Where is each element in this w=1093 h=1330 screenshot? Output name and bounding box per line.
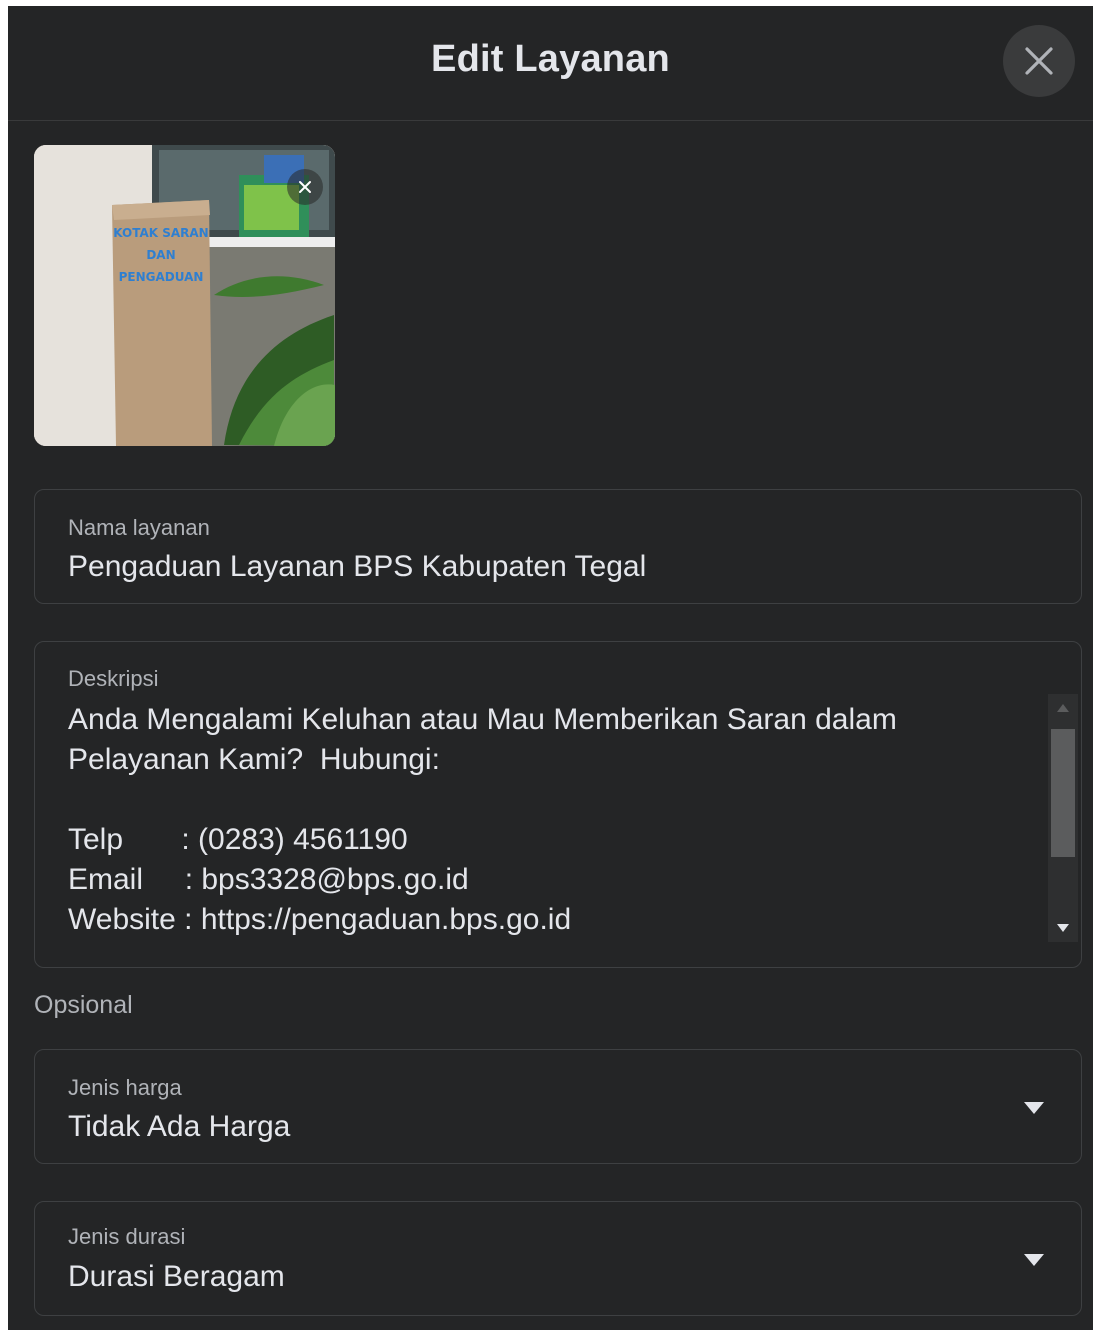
close-button[interactable] <box>1003 25 1075 97</box>
description-label: Deskripsi <box>68 666 159 691</box>
dropdown-caret-icon <box>1024 1254 1044 1266</box>
description-line: Anda Mengalami Keluhan atau Mau Memberik… <box>68 703 897 736</box>
triangle-up-icon <box>1057 704 1069 712</box>
service-name-input[interactable]: Pengaduan Layanan BPS Kabupaten Tegal <box>68 550 646 584</box>
dialog-title: Edit Layanan <box>431 38 670 80</box>
service-name-field[interactable]: Nama layanan Pengaduan Layanan BPS Kabup… <box>34 489 1082 604</box>
service-name-label: Nama layanan <box>68 515 210 540</box>
duration-type-select[interactable]: Jenis durasi Durasi Beragam <box>34 1201 1082 1316</box>
triangle-down-icon <box>1057 924 1069 932</box>
description-line: Website : https://pengaduan.bps.go.id <box>68 903 572 936</box>
description-line: Telp : (0283) 4561190 <box>68 823 408 856</box>
description-scrollbar[interactable] <box>1048 694 1078 942</box>
scroll-up-arrow[interactable] <box>1048 694 1078 722</box>
description-line: Email : bps3328@bps.go.id <box>68 863 469 896</box>
price-type-select[interactable]: Jenis harga Tidak Ada Harga <box>34 1049 1082 1164</box>
scrollbar-thumb[interactable] <box>1051 729 1075 857</box>
description-line: Pelayanan Kami? Hubungi: <box>68 743 440 776</box>
price-type-value: Tidak Ada Harga <box>68 1110 291 1143</box>
dialog-header: Edit Layanan <box>8 6 1093 121</box>
close-icon <box>1025 47 1053 75</box>
scroll-down-arrow[interactable] <box>1048 914 1078 942</box>
description-line <box>68 780 1028 820</box>
dropdown-caret-icon <box>1024 1102 1044 1114</box>
optional-section-label: Opsional <box>34 991 133 1019</box>
close-icon <box>299 181 311 193</box>
duration-type-value: Durasi Beragam <box>68 1260 285 1293</box>
svg-text:KOTAK SARAN: KOTAK SARAN <box>113 226 208 240</box>
svg-text:DAN: DAN <box>146 248 175 262</box>
description-field[interactable]: Deskripsi Anda Mengalami Keluhan atau Ma… <box>34 641 1082 968</box>
description-textarea[interactable]: Anda Mengalami Keluhan atau Mau Memberik… <box>68 700 1028 940</box>
edit-service-dialog: Edit Layanan KOTAK SARAN DAN PENGADUAN N… <box>8 6 1093 1330</box>
svg-text:PENGADUAN: PENGADUAN <box>119 270 204 284</box>
screen: Edit Layanan KOTAK SARAN DAN PENGADUAN N… <box>0 0 1093 1330</box>
duration-type-label: Jenis durasi <box>68 1224 186 1249</box>
remove-photo-button[interactable] <box>287 169 323 205</box>
price-type-label: Jenis harga <box>68 1075 182 1100</box>
